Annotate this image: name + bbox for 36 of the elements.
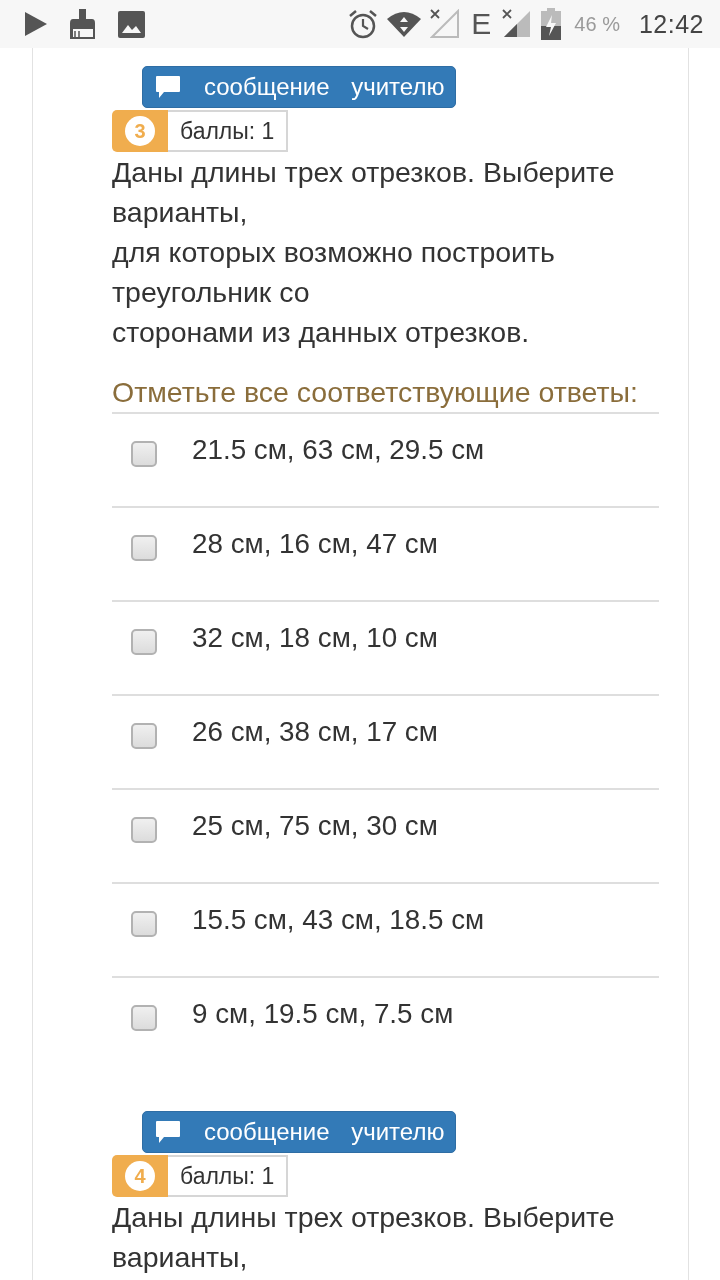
answer-checkbox[interactable] — [131, 535, 157, 561]
question-text: Даны длины трех отрезков. Выберите варианты, — [112, 1200, 616, 1275]
brush-icon — [69, 9, 96, 39]
no-signal-icon — [430, 9, 461, 39]
answer-checkbox[interactable] — [131, 629, 157, 655]
message-teacher-button[interactable]: сообщение учителю — [142, 66, 457, 108]
battery-percent: 46 % — [574, 12, 620, 36]
alarm-clock-icon — [348, 9, 379, 39]
question-text: Даны длины трех отрезков. Выберите варианты, для которых возможно построить треугольник со сторонами из данных отрезков. — [112, 155, 616, 350]
answer-checkbox[interactable] — [131, 1005, 157, 1031]
answer-checkbox[interactable] — [131, 441, 157, 467]
speech-bubble-icon — [156, 76, 180, 98]
answer-option-label: 15.5 см, 43 см, 18.5 см — [192, 903, 485, 937]
answer-option-label: 25 см, 75 см, 30 см — [192, 809, 438, 843]
wifi-icon — [387, 11, 422, 37]
image-icon — [118, 10, 145, 38]
question-number: 3 — [125, 116, 155, 146]
answer-prompt: Отметьте все соответствующие ответы: — [112, 375, 639, 410]
play-icon — [25, 12, 47, 36]
question-number: 4 — [125, 1161, 155, 1191]
answer-option-label: 26 см, 38 см, 17 см — [192, 715, 438, 749]
answer-option-label: 21.5 см, 63 см, 29.5 см — [192, 433, 485, 467]
answer-option-label: 9 см, 19.5 см, 7.5 см — [192, 997, 454, 1031]
network-type: E — [471, 9, 492, 39]
speech-bubble-icon — [156, 1121, 180, 1143]
answer-checkbox[interactable] — [131, 817, 157, 843]
clock-time: 12:42 — [638, 9, 704, 39]
battery-charging-icon — [541, 8, 562, 40]
answer-checkbox[interactable] — [131, 723, 157, 749]
points-label: баллы: 1 — [168, 1155, 289, 1197]
answer-checkbox[interactable] — [131, 911, 157, 937]
no-signal-icon — [502, 9, 533, 39]
message-teacher-button[interactable]: сообщение учителю — [142, 1111, 457, 1153]
answer-option-label: 32 см, 18 см, 10 см — [192, 621, 438, 655]
points-label: баллы: 1 — [168, 110, 289, 152]
answer-option-label: 28 см, 16 см, 47 см — [192, 527, 438, 561]
